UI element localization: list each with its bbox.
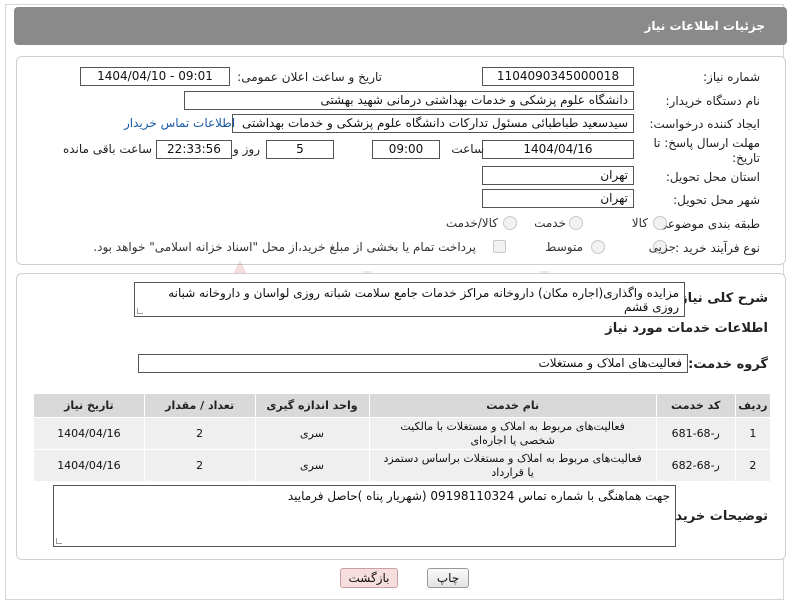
treasury-payment-checkbox[interactable] — [493, 240, 506, 253]
process-option-medium: متوسط — [545, 240, 583, 254]
buyer-notes-text: جهت هماهنگی با شماره تماس 09198110324 (ش… — [287, 489, 670, 503]
col-row-number: ردیف — [734, 393, 772, 418]
cell-service-name: فعالیت‌های مربوط به املاک و مستغلات براس… — [368, 449, 657, 482]
need-number-field: 1104090345000018 — [482, 67, 634, 86]
province-label: استان محل تحویل: — [665, 170, 760, 184]
col-quantity: تعداد / مقدار — [143, 393, 256, 418]
days-label: روز و — [233, 142, 260, 156]
category-label: طبقه بندی موضوعی: — [653, 217, 760, 231]
remaining-time-label: ساعت باقی مانده — [62, 142, 152, 156]
deadline-label-2: تاریخ: — [732, 151, 760, 165]
process-option-minor: جزیی — [648, 240, 676, 254]
buyer-contact-link[interactable]: اطلاعات تماس خریدار — [124, 116, 235, 130]
description-textarea: مزایده واگذاری(اجاره مکان) داروخانه مراک… — [134, 282, 685, 317]
services-table: ردیف کد خدمت نام خدمت واحد اندازه گیری ت… — [33, 393, 772, 482]
page-title: جزئیات اطلاعات نیاز — [644, 19, 765, 33]
buyer-org-field: دانشگاه علوم پزشکی و خدمات بهداشتی درمان… — [184, 91, 634, 110]
requester-label: ایجاد کننده درخواست: — [649, 117, 760, 131]
process-type-label: نوع فرآیند خرید : — [675, 241, 760, 255]
category-option-service: خدمت — [534, 216, 566, 230]
description-label: شرح کلی نیاز: — [674, 291, 768, 306]
cell-quantity: 2 — [143, 417, 256, 450]
col-unit: واحد اندازه گیری — [254, 393, 370, 418]
cell-service-code: ر-68-682 — [655, 449, 736, 482]
category-option-goods: کالا — [631, 216, 648, 230]
deadline-date-field: 1404/04/16 — [482, 140, 634, 159]
cell-service-name: فعالیت‌های مربوط به املاک و مستغلات با م… — [368, 417, 657, 450]
remaining-time-field: 22:33:56 — [156, 140, 232, 159]
need-number-label: شماره نیاز: — [703, 70, 760, 84]
province-field: تهران — [482, 166, 634, 185]
cell-unit: سری — [254, 417, 370, 450]
category-radio-service[interactable] — [569, 216, 583, 230]
category-option-goods-service: کالا/خدمت — [445, 216, 498, 230]
cell-service-code: ر-68-681 — [655, 417, 736, 450]
process-radio-medium[interactable] — [591, 240, 605, 254]
col-service-name: نام خدمت — [368, 393, 657, 418]
description-text: مزایده واگذاری(اجاره مکان) داروخانه مراک… — [168, 286, 679, 314]
cell-row-number: 1 — [734, 417, 772, 450]
buyer-notes-textarea: جهت هماهنگی با شماره تماس 09198110324 (ش… — [53, 485, 676, 547]
col-need-date: تاریخ نیاز — [33, 393, 145, 418]
cell-need-date: 1404/04/16 — [33, 449, 145, 482]
cell-quantity: 2 — [143, 449, 256, 482]
announce-field: 1404/04/10 - 09:01 — [80, 67, 230, 86]
deadline-time-field: 09:00 — [372, 140, 440, 159]
need-info-panel — [16, 56, 786, 265]
category-radio-goods-service[interactable] — [503, 216, 517, 230]
page-header: جزئیات اطلاعات نیاز — [14, 7, 787, 45]
announce-label: تاریخ و ساعت اعلان عمومی: — [237, 70, 382, 84]
service-group-label: گروه خدمت: — [688, 357, 768, 372]
table-row: 1 ر-68-681 فعالیت‌های مربوط به املاک و م… — [33, 417, 772, 450]
buyer-org-label: نام دستگاه خریدار: — [665, 94, 761, 108]
table-header-row: ردیف کد خدمت نام خدمت واحد اندازه گیری ت… — [33, 393, 772, 418]
cell-need-date: 1404/04/16 — [33, 417, 145, 450]
deadline-label: مهلت ارسال پاسخ: تا — [653, 136, 760, 150]
cell-row-number: 2 — [734, 449, 772, 482]
city-label: شهر محل تحویل: — [673, 193, 760, 207]
table-row: 2 ر-68-682 فعالیت‌های مربوط به املاک و م… — [33, 449, 772, 482]
cell-unit: سری — [254, 449, 370, 482]
col-service-code: کد خدمت — [655, 393, 736, 418]
treasury-payment-note: پرداخت تمام یا بخشی از مبلغ خرید،از محل … — [93, 240, 476, 254]
service-group-field: فعالیت‌های املاک و مستغلات — [138, 354, 688, 373]
services-heading: اطلاعات خدمات مورد نیاز — [605, 321, 768, 336]
back-button[interactable]: بازگشت — [340, 568, 398, 588]
category-radio-goods[interactable] — [653, 216, 667, 230]
days-remaining-field: 5 — [266, 140, 334, 159]
deadline-time-label: ساعت — [451, 142, 484, 156]
resize-grip-icon[interactable] — [137, 308, 143, 314]
resize-grip-icon[interactable] — [56, 538, 62, 544]
requester-field: سیدسعید طباطبائی مسئول تدارکات دانشگاه ع… — [232, 114, 634, 133]
print-button[interactable]: چاپ — [427, 568, 469, 588]
city-field: تهران — [482, 189, 634, 208]
